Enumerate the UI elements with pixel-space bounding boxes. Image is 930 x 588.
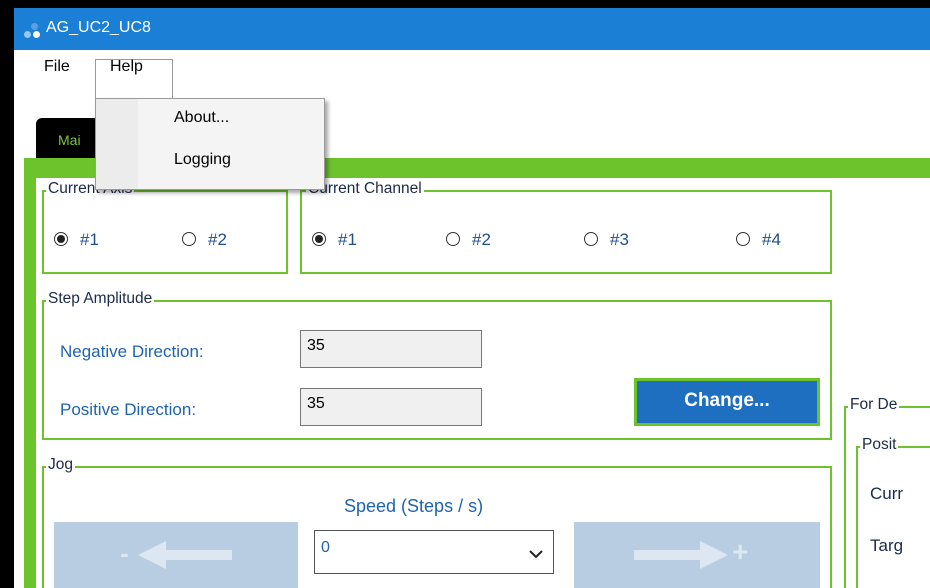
app-dots-icon — [24, 23, 44, 39]
radio-selected-icon — [312, 232, 326, 246]
jog-plus-symbol: + — [732, 536, 749, 567]
help-dropdown-menu: About... Logging — [95, 98, 325, 190]
channel-radio-3[interactable]: #3 — [584, 230, 629, 250]
jog-label: Jog — [46, 456, 75, 474]
for-de-label: For De — [848, 396, 900, 414]
menu-item-logging[interactable]: Logging — [174, 151, 231, 169]
axis-radio-1-label: #1 — [80, 230, 99, 249]
menu-file[interactable]: File — [44, 58, 70, 76]
channel-radio-3-label: #3 — [610, 230, 629, 249]
speed-label: Speed (Steps / s) — [344, 496, 484, 516]
positive-direction-field[interactable]: 35 — [300, 388, 482, 426]
dropdown-icon-strip — [96, 99, 138, 189]
channel-radio-1-label: #1 — [338, 230, 357, 249]
radio-empty-icon — [182, 232, 196, 246]
radio-selected-icon — [54, 232, 68, 246]
position-label: Posit — [860, 436, 899, 454]
menu-item-about[interactable]: About... — [174, 109, 229, 127]
channel-radio-4-label: #4 — [762, 230, 781, 249]
axis-radio-2[interactable]: #2 — [182, 230, 227, 250]
negative-direction-label: Negative Direction: — [60, 342, 204, 361]
speed-select[interactable]: 0 — [314, 530, 554, 574]
radio-empty-icon — [584, 232, 598, 246]
speed-value: 0 — [321, 539, 330, 556]
target-position-label: Targ — [870, 536, 904, 555]
chevron-down-icon — [529, 550, 543, 559]
arrow-left-icon — [138, 541, 232, 569]
change-button[interactable]: Change... — [634, 378, 820, 426]
channel-radio-1[interactable]: #1 — [312, 230, 357, 250]
positive-direction-label: Positive Direction: — [60, 400, 197, 419]
app-window: AG_UC2_UC8 File Help Mai Current Axis #1… — [14, 8, 930, 588]
title-bar: AG_UC2_UC8 — [14, 8, 930, 50]
axis-radio-1[interactable]: #1 — [54, 230, 99, 250]
tab-main-label: Mai — [58, 132, 81, 148]
menu-help[interactable]: Help — [110, 58, 143, 76]
negative-direction-field[interactable]: 35 — [300, 330, 482, 368]
axis-radio-2-label: #2 — [208, 230, 227, 249]
step-amplitude-label: Step Amplitude — [46, 290, 155, 308]
position-group — [856, 446, 930, 588]
channel-radio-2-label: #2 — [472, 230, 491, 249]
channel-radio-4[interactable]: #4 — [736, 230, 781, 250]
radio-empty-icon — [446, 232, 460, 246]
jog-minus-symbol: - — [120, 538, 129, 568]
window-title: AG_UC2_UC8 — [46, 19, 151, 36]
jog-plus-button[interactable]: + — [574, 522, 820, 588]
jog-minus-button[interactable]: - — [54, 522, 298, 588]
channel-radio-2[interactable]: #2 — [446, 230, 491, 250]
radio-empty-icon — [736, 232, 750, 246]
current-position-label: Curr — [870, 484, 904, 503]
